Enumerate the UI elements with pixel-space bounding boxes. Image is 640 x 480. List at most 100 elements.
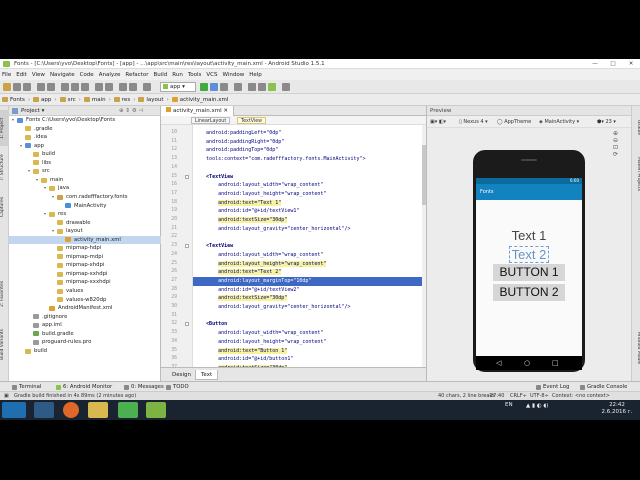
api-select[interactable]: ⬢▾ 23 ▾ xyxy=(597,118,616,126)
stop-icon[interactable] xyxy=(234,83,242,91)
make-project-icon[interactable] xyxy=(143,83,151,91)
tree-item[interactable]: MainActivity xyxy=(9,202,161,210)
cut-icon[interactable] xyxy=(61,83,69,91)
menu-window[interactable]: Window xyxy=(223,72,245,78)
tree-item[interactable]: drawable xyxy=(9,219,161,227)
breadcrumb-item[interactable]: activity_main.xml xyxy=(171,97,228,103)
tree-item[interactable]: values xyxy=(9,287,161,295)
breadcrumb-item[interactable]: layout › xyxy=(138,97,169,103)
fold-marker-icon[interactable] xyxy=(185,174,189,179)
tree-item[interactable]: .idea xyxy=(9,133,161,141)
breadcrumb-item[interactable]: main › xyxy=(83,97,111,103)
zoom-icons[interactable]: ⊕ ⊖ ⊡ ⟳ xyxy=(613,130,618,158)
tree-item[interactable]: mipmap-hdpi xyxy=(9,244,161,252)
tree-item[interactable]: proguard-rules.pro xyxy=(9,338,161,346)
menu-build[interactable]: Build xyxy=(153,72,167,78)
sync-icon[interactable] xyxy=(23,83,31,91)
tab-structure[interactable]: 7: Structure xyxy=(0,150,9,186)
theme-select[interactable]: ◯ AppTheme xyxy=(497,118,531,126)
tree-item[interactable]: ▾ app xyxy=(9,142,161,150)
panel-actions[interactable]: ⊕ ⇕ ⚙ ⊣ xyxy=(119,106,143,116)
tab-text[interactable]: Text xyxy=(195,370,219,380)
tab-favorites[interactable]: 2: Favorites xyxy=(0,276,9,312)
debug-icon[interactable] xyxy=(210,83,218,91)
tree-item[interactable]: ▾ res xyxy=(9,210,161,218)
minimize-button[interactable]: — xyxy=(586,59,604,68)
tree-item[interactable]: build xyxy=(9,347,161,355)
maximize-button[interactable]: □ xyxy=(604,59,622,68)
android-studio-task-icon[interactable] xyxy=(118,402,138,418)
attach-debugger-icon[interactable] xyxy=(220,83,228,91)
menu-view[interactable]: View xyxy=(32,72,45,78)
explorer-icon[interactable] xyxy=(88,402,108,418)
camtasia-icon[interactable] xyxy=(146,402,166,418)
tab-maven[interactable]: Maven Projects xyxy=(632,146,640,202)
fold-marker-icon[interactable] xyxy=(185,244,189,249)
tab-project[interactable]: 1: Project xyxy=(0,110,9,146)
device-select[interactable]: ▯ Nexus 4 ▾ xyxy=(459,118,488,126)
ie-icon[interactable] xyxy=(34,402,54,418)
help-icon[interactable] xyxy=(282,83,290,91)
tree-item[interactable]: mipmap-xhdpi xyxy=(9,261,161,269)
menu-tools[interactable]: Tools xyxy=(188,72,202,78)
crumb-textview[interactable]: TextView xyxy=(237,117,267,124)
tree-item[interactable]: app.iml xyxy=(9,321,161,329)
tab-build-variants[interactable]: Build Variants xyxy=(0,322,9,366)
menu-file[interactable]: File xyxy=(2,72,11,78)
tree-item[interactable]: activity_main.xml xyxy=(9,235,161,245)
code-editor[interactable]: 10 android:paddingLeft="0dp" 11 android:p… xyxy=(161,125,426,367)
redo-icon[interactable] xyxy=(47,83,55,91)
tray-icons[interactable]: ▲ ▮ ◐ ◖) xyxy=(526,396,548,416)
tab-gradle[interactable]: Gradle xyxy=(632,112,640,142)
back-icon[interactable] xyxy=(119,83,127,91)
menu-vcs[interactable]: VCS xyxy=(206,72,217,78)
menu-run[interactable]: Run xyxy=(172,72,183,78)
menu-analyze[interactable]: Analyze xyxy=(99,72,121,78)
tree-item[interactable]: mipmap-xxhdpi xyxy=(9,270,161,278)
undo-icon[interactable] xyxy=(37,83,45,91)
firefox-icon[interactable] xyxy=(63,402,79,418)
tab-captures[interactable]: Captures xyxy=(0,192,9,222)
tree-item[interactable]: ▾ layout xyxy=(9,227,161,235)
run-icon[interactable] xyxy=(200,83,208,91)
menu-refactor[interactable]: Refactor xyxy=(125,72,148,78)
fold-marker-icon[interactable] xyxy=(185,322,189,327)
tree-item[interactable]: build xyxy=(9,150,161,158)
menu-help[interactable]: Help xyxy=(249,72,262,78)
find-icon[interactable] xyxy=(95,83,103,91)
button-1[interactable]: BUTTON 1 xyxy=(493,264,565,281)
run-config-select[interactable]: app ▾ xyxy=(160,82,196,92)
menu-code[interactable]: Code xyxy=(80,72,94,78)
tree-item[interactable]: build.gradle xyxy=(9,330,161,338)
breadcrumb-item[interactable]: Fonts › xyxy=(2,97,30,103)
tab-android-model[interactable]: Android Model xyxy=(632,322,640,374)
input-language[interactable]: EN xyxy=(505,395,513,415)
paste-icon[interactable] xyxy=(81,83,89,91)
tab-activity-main[interactable]: activity_main.xml ✕ xyxy=(161,106,235,116)
button-2[interactable]: BUTTON 2 xyxy=(493,284,565,301)
sdk-manager-icon[interactable] xyxy=(258,83,266,91)
tree-item[interactable]: AndroidManifest.xml xyxy=(9,304,161,312)
tree-item[interactable]: mipmap-mdpi xyxy=(9,253,161,261)
breadcrumb-item[interactable]: app › xyxy=(33,97,57,103)
tree-item[interactable]: ▾ Fonts C:\Users\yvo\Desktop\Fonts xyxy=(9,116,161,124)
close-button[interactable]: ✕ xyxy=(622,59,640,68)
tree-item[interactable]: .gradle xyxy=(9,125,161,133)
forward-icon[interactable] xyxy=(129,83,137,91)
tree-item[interactable]: values-w820dp xyxy=(9,296,161,304)
config-icon[interactable]: ▣▾ ◧▾ xyxy=(430,118,446,126)
tab-design[interactable]: Design xyxy=(167,370,196,380)
tree-item[interactable]: ▾ com.radefffactory.fonts xyxy=(9,193,161,201)
tree-item[interactable]: .gitignore xyxy=(9,313,161,321)
tree-item[interactable]: libs xyxy=(9,159,161,167)
activity-select[interactable]: ◈ MainActivity ▾ xyxy=(539,118,579,126)
android-monitor-icon[interactable] xyxy=(268,83,276,91)
project-view-select[interactable]: Project xyxy=(21,108,40,114)
menu-edit[interactable]: Edit xyxy=(16,72,27,78)
menu-navigate[interactable]: Navigate xyxy=(50,72,75,78)
avd-manager-icon[interactable] xyxy=(248,83,256,91)
crumb-linearlayout[interactable]: LinearLayout xyxy=(191,117,231,124)
breadcrumb-item[interactable]: res › xyxy=(113,97,135,103)
open-folder-icon[interactable] xyxy=(3,83,11,91)
tree-item[interactable]: ▾ main xyxy=(9,176,161,184)
